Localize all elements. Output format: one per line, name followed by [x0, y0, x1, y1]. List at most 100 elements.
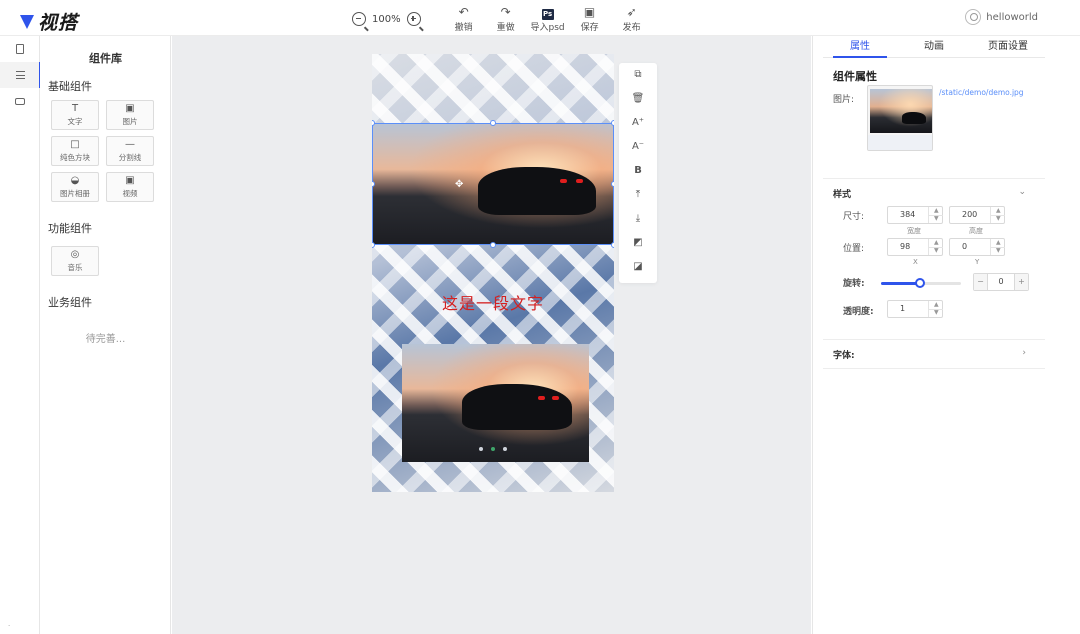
car-image-carousel[interactable]: [402, 344, 589, 462]
publish-button[interactable]: ➶ 发布: [611, 5, 653, 33]
position-y-stepper[interactable]: ▲ ▼: [990, 239, 1005, 255]
save-icon: ▣: [583, 4, 596, 19]
import-psd-button[interactable]: Ps 导入psd: [527, 6, 569, 33]
component-divider[interactable]: — 分割线: [106, 136, 154, 166]
delete-icon[interactable]: 🗑: [619, 89, 657, 109]
position-x-value: 98: [900, 242, 911, 251]
component-solid-block-label: 纯色方块: [60, 153, 90, 162]
resize-handle-b[interactable]: [490, 242, 496, 248]
panel-tabs: 属性 动画 页面设置: [823, 36, 1045, 58]
opacity-input[interactable]: 1 ▲ ▼: [887, 300, 943, 318]
image-thumbnail[interactable]: [867, 85, 933, 151]
app-logo[interactable]: 视搭: [20, 8, 78, 35]
align-bottom-icon[interactable]: ⤓: [619, 209, 657, 229]
style-section-title[interactable]: 样式: [833, 187, 851, 200]
editor-toolbar: 100% ↶ 撤销 ↷ 重做 Ps 导入psd ▣ 保存 ➶ 发布: [352, 4, 653, 33]
video-icon: ▣: [125, 175, 135, 186]
rail-item-components[interactable]: [0, 62, 41, 88]
taillight: [560, 179, 567, 183]
component-image-gallery-label: 图片相册: [60, 189, 90, 198]
width-stepper[interactable]: ▲ ▼: [928, 207, 943, 223]
position-label: 位置:: [843, 244, 865, 254]
taillight: [576, 179, 583, 183]
undo-button[interactable]: ↶ 撤销: [443, 4, 485, 33]
carousel-dot[interactable]: [479, 447, 483, 451]
components-icon: [15, 71, 25, 79]
canvas-workspace[interactable]: ✥ 这是一段文字 ⧉ 🗑 A⁺ A⁻ B ⤒ ⤓ ◩ ◪: [172, 36, 811, 634]
undo-icon: ↶: [458, 4, 469, 19]
tab-properties[interactable]: 属性: [823, 36, 897, 58]
width-value: 384: [900, 210, 916, 219]
carousel-dot[interactable]: [491, 447, 495, 451]
undo-label: 撤销: [454, 22, 473, 33]
bring-forward-icon[interactable]: ◩: [619, 233, 657, 253]
rotation-plus-button[interactable]: +: [1014, 274, 1028, 290]
chevron-down-icon[interactable]: ⌄: [1018, 187, 1026, 197]
tab-page-settings[interactable]: 页面设置: [971, 36, 1045, 57]
position-y-input[interactable]: 0 ▲ ▼: [949, 238, 1005, 256]
carousel-dot[interactable]: [503, 447, 507, 451]
zoom-in-icon[interactable]: [406, 12, 421, 26]
component-video[interactable]: ▣ 视频: [106, 172, 154, 202]
position-x-stepper[interactable]: ▲ ▼: [928, 239, 943, 255]
square-icon: □: [70, 139, 80, 150]
logo-icon: [20, 14, 34, 29]
layers-icon: [15, 97, 25, 105]
redo-label: 重做: [496, 22, 515, 33]
resize-handle-tr[interactable]: [611, 120, 614, 126]
rotation-value[interactable]: 0: [988, 274, 1014, 290]
zoom-out-icon[interactable]: [352, 12, 366, 26]
component-image-gallery[interactable]: ◒ 图片相册: [51, 172, 99, 202]
rail-item-pages[interactable]: [0, 36, 40, 62]
height-input[interactable]: 200 ▲ ▼: [949, 206, 1005, 224]
resize-handle-r[interactable]: [611, 181, 614, 187]
import-psd-label: 导入psd: [530, 22, 565, 33]
chevron-right-icon[interactable]: ›: [1022, 348, 1026, 358]
font-decrease-icon[interactable]: A⁻: [619, 137, 657, 157]
component-image-label: 图片: [122, 117, 138, 126]
component-text[interactable]: T 文字: [51, 100, 99, 130]
canvas-text-element[interactable]: 这是一段文字: [372, 290, 614, 314]
redo-button[interactable]: ↷ 重做: [485, 5, 527, 33]
car-image-selected[interactable]: [372, 123, 614, 245]
element-context-toolbar: ⧉ 🗑 A⁺ A⁻ B ⤒ ⤓ ◩ ◪: [619, 63, 657, 283]
component-solid-block[interactable]: □ 纯色方块: [51, 136, 99, 166]
component-music-label: 音乐: [67, 263, 83, 272]
section-divider: [823, 339, 1045, 340]
font-section-title[interactable]: 字体:: [833, 348, 855, 361]
user-menu[interactable]: helloworld: [965, 9, 1038, 25]
height-stepper[interactable]: ▲ ▼: [990, 207, 1005, 223]
divider-icon: —: [125, 139, 135, 150]
rail-item-layers[interactable]: [0, 88, 40, 114]
component-image[interactable]: ▣ 图片: [106, 100, 154, 130]
position-x-input[interactable]: 98 ▲ ▼: [887, 238, 943, 256]
business-components-heading: 业务组件: [48, 296, 92, 309]
component-music[interactable]: ◎ 音乐: [51, 246, 99, 276]
rotation-stepper[interactable]: − 0 +: [973, 273, 1029, 291]
align-top-icon[interactable]: ⤒: [619, 185, 657, 205]
artboard[interactable]: ✥ 这是一段文字: [372, 54, 614, 492]
rotation-slider-handle[interactable]: [915, 278, 925, 288]
tab-animation[interactable]: 动画: [897, 36, 971, 57]
function-components-heading: 功能组件: [48, 222, 92, 235]
image-url-link[interactable]: /static/demo/demo.jpg: [939, 88, 1024, 97]
rotation-slider[interactable]: [881, 278, 961, 288]
resize-handle-br[interactable]: [611, 242, 614, 248]
resize-handle-t[interactable]: [490, 120, 496, 126]
font-increase-icon[interactable]: A⁺: [619, 113, 657, 133]
top-bar: 视搭 100% ↶ 撤销 ↷ 重做 Ps 导入psd ▣ 保存 ➶ 发布 hel…: [0, 0, 1080, 36]
zoom-level: 100%: [372, 13, 401, 25]
avatar-icon: [965, 9, 982, 25]
bold-icon[interactable]: B: [619, 161, 657, 181]
opacity-stepper[interactable]: ▲ ▼: [928, 301, 943, 317]
copy-icon[interactable]: ⧉: [619, 65, 657, 85]
width-input[interactable]: 384 ▲ ▼: [887, 206, 943, 224]
save-button[interactable]: ▣ 保存: [569, 4, 611, 33]
rotation-minus-button[interactable]: −: [974, 274, 988, 290]
image-field-label: 图片:: [833, 95, 855, 105]
component-library: 组件库 基础组件 T 文字 ▣ 图片 □ 纯色方块 — 分割线 ◒ 图片相册 ▣…: [40, 36, 171, 634]
business-pending-text: 待完善...: [85, 334, 126, 345]
move-icon[interactable]: ✥: [455, 180, 465, 190]
send-backward-icon[interactable]: ◪: [619, 257, 657, 277]
car-shape: [462, 384, 572, 430]
